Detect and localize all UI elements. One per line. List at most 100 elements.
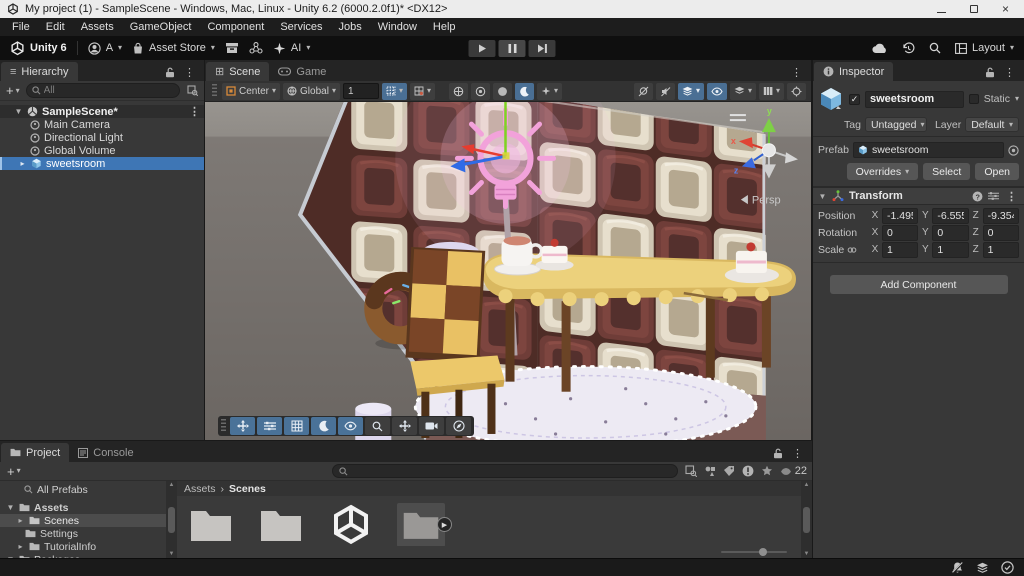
tree-tutorialinfo[interactable]: ▸ TutorialInfo — [0, 540, 166, 553]
collapse-icon[interactable]: ▼ — [14, 107, 23, 116]
hierarchy-row-sweetsroom[interactable]: ▸ sweetsroom — [0, 157, 204, 170]
panel-menu-icon[interactable]: ⋮ — [182, 66, 197, 79]
orientation-overlay-button[interactable] — [446, 417, 471, 435]
asset-prefab-selected[interactable]: ▶ — [397, 503, 445, 546]
scale-z-input[interactable] — [988, 244, 1014, 256]
cache-layers-icon[interactable] — [976, 562, 989, 574]
hidden-packages-toggle[interactable]: 22 — [780, 465, 807, 477]
asset-scene[interactable] — [327, 503, 375, 546]
link-icon[interactable] — [847, 246, 857, 254]
tab-game[interactable]: Game — [269, 62, 335, 81]
tree-scenes[interactable]: ▸ Scenes — [0, 514, 166, 527]
panel-menu-icon[interactable]: ⋮ — [789, 66, 804, 79]
menu-component[interactable]: Component — [199, 21, 272, 33]
hierarchy-searchbox[interactable] — [26, 83, 180, 98]
search-icon[interactable] — [929, 42, 941, 54]
cloud-icon[interactable] — [872, 43, 888, 54]
package-filter-icon[interactable] — [704, 465, 716, 477]
object-name-input[interactable] — [870, 93, 959, 105]
favorites-star-icon[interactable] — [761, 465, 773, 477]
project-search-input[interactable] — [352, 466, 671, 477]
project-create-button[interactable]: + ▾ — [5, 464, 23, 479]
hierarchy-search-input[interactable] — [44, 85, 174, 96]
menu-jobs[interactable]: Jobs — [331, 21, 370, 33]
search-window-icon[interactable] — [685, 465, 697, 477]
transform-overlay-button[interactable] — [392, 417, 417, 435]
close-button[interactable]: × — [1002, 3, 1009, 15]
active-checkbox[interactable]: ✓ — [849, 94, 860, 105]
pivot-mode-button[interactable]: Center ▾ — [222, 83, 280, 100]
minimize-button[interactable] — [937, 12, 946, 13]
scene-visibility-button[interactable] — [707, 83, 727, 100]
account-button[interactable]: A ▾ — [88, 42, 122, 55]
layout-columns-dropdown[interactable]: ▾ — [759, 83, 784, 100]
step-button[interactable] — [529, 40, 556, 57]
menu-assets[interactable]: Assets — [73, 21, 122, 33]
increment-snap-button[interactable]: ▾ — [410, 83, 435, 100]
history-icon[interactable] — [902, 42, 915, 55]
transform-component-header[interactable]: ▼ Transform ? ⋮ — [813, 187, 1024, 205]
pause-button[interactable] — [499, 40, 526, 57]
help-icon[interactable]: ? — [972, 191, 983, 202]
tree-packages[interactable]: ▼ Packages — [0, 553, 166, 558]
scene-view-options-button[interactable] — [515, 83, 534, 100]
move-tool-button[interactable] — [230, 417, 255, 435]
panel-menu-icon[interactable]: ⋮ — [790, 447, 805, 460]
hierarchy-row-scene[interactable]: ▼ SampleScene* ⋮ — [0, 105, 204, 118]
debug-draw-dropdown[interactable]: ▾ — [678, 83, 704, 100]
overrides-dropdown[interactable]: Overrides ▾ — [847, 163, 919, 180]
hierarchy-filter-button[interactable] — [184, 83, 200, 98]
tree-assets[interactable]: ▼ Assets — [0, 501, 166, 514]
scene-camera-button[interactable] — [449, 83, 468, 100]
project-tree-scrollbar[interactable]: ▲▼ — [166, 481, 177, 558]
menu-edit[interactable]: Edit — [38, 21, 73, 33]
asset-store-button[interactable]: Asset Store ▾ — [132, 42, 215, 55]
select-button[interactable]: Select — [923, 163, 970, 180]
tab-inspector[interactable]: Inspector — [814, 62, 893, 81]
unity-version-button[interactable]: Unity 6 — [10, 41, 67, 56]
position-z-input[interactable] — [988, 210, 1014, 222]
tab-scene[interactable]: ⊞ Scene — [206, 62, 269, 81]
menu-services[interactable]: Services — [272, 21, 330, 33]
hierarchy-create-button[interactable]: + ▾ — [4, 83, 22, 98]
notifications-muted-icon[interactable] — [951, 561, 964, 574]
hierarchy-row-global-volume[interactable]: Global Volume — [0, 144, 204, 157]
expand-icon[interactable]: ▸ — [18, 159, 27, 168]
expand-icon[interactable]: ▸ — [16, 516, 25, 525]
view-options-overlay-button[interactable] — [311, 417, 336, 435]
scene-effects-dropdown[interactable]: ▾ — [537, 83, 562, 100]
scene-viewport[interactable]: y x z Persp — [205, 102, 811, 440]
search-overlay-button[interactable] — [365, 417, 390, 435]
static-caret-icon[interactable]: ▾ — [1015, 95, 1019, 103]
camera-target-button[interactable] — [787, 83, 806, 100]
position-x-input[interactable] — [887, 210, 913, 222]
tab-console[interactable]: Console — [69, 443, 142, 462]
play-badge-icon[interactable]: ▶ — [437, 517, 452, 532]
overlays-dropdown[interactable]: ▾ — [730, 83, 756, 100]
project-content-scrollbar[interactable]: ▲▼ — [801, 481, 812, 558]
position-y-input[interactable] — [937, 210, 963, 222]
add-component-button[interactable]: Add Component — [830, 275, 1008, 294]
tab-project[interactable]: Project — [1, 443, 69, 462]
scene-menu-icon[interactable]: ⋮ — [187, 105, 204, 118]
camera-overlay-button[interactable] — [419, 417, 444, 435]
overlay-drag-handle[interactable] — [221, 419, 226, 433]
info-icon[interactable] — [742, 465, 754, 477]
component-menu-icon[interactable]: ⋮ — [1004, 190, 1019, 203]
object-picker-icon[interactable] — [1008, 145, 1019, 156]
visibility-overlay-button[interactable] — [338, 417, 363, 435]
snap-increment-input[interactable] — [343, 83, 379, 99]
foldout-icon[interactable]: ▼ — [818, 192, 827, 201]
open-button[interactable]: Open — [975, 163, 1019, 180]
tag-dropdown[interactable]: Untagged ▾ — [865, 117, 927, 132]
grid-snapping-button[interactable]: ▾ — [382, 83, 407, 100]
layout-dropdown[interactable]: Layout ▾ — [955, 42, 1014, 54]
collapse-icon[interactable]: ▼ — [6, 503, 15, 512]
multiplayer-button[interactable] — [249, 42, 263, 54]
hierarchy-row-directional-light[interactable]: Directional Light — [0, 131, 204, 144]
status-ok-icon[interactable] — [1001, 561, 1014, 574]
tree-settings[interactable]: Settings — [0, 527, 166, 540]
collapse-icon[interactable]: ▼ — [6, 555, 15, 558]
scene-audio-button[interactable] — [493, 83, 512, 100]
panel-menu-icon[interactable]: ⋮ — [1002, 66, 1017, 79]
